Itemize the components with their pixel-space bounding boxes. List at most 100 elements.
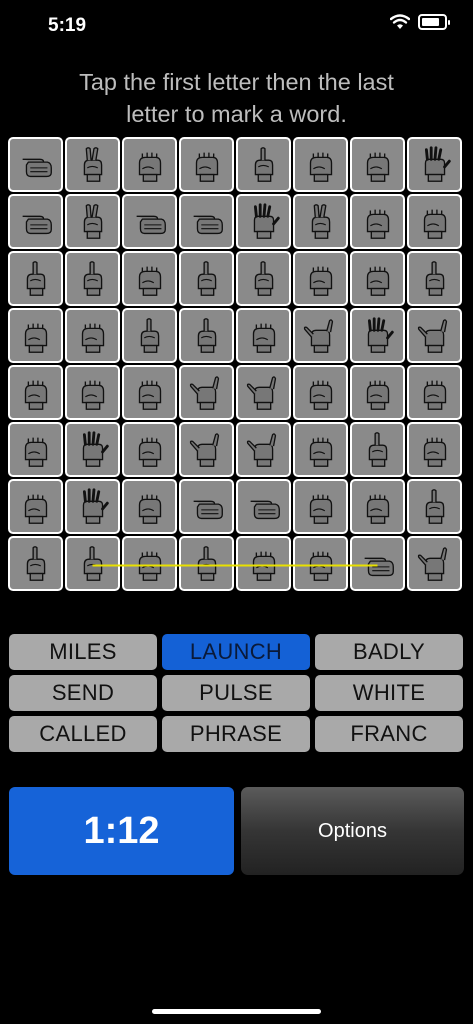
status-bar: 5:19 xyxy=(0,0,473,50)
letter-tile[interactable] xyxy=(122,194,177,249)
letter-tile[interactable] xyxy=(236,536,291,591)
letter-tile[interactable] xyxy=(8,251,63,306)
letter-tile[interactable] xyxy=(236,194,291,249)
letter-tile[interactable] xyxy=(293,308,348,363)
letter-tile[interactable] xyxy=(65,479,120,534)
letter-tile[interactable] xyxy=(8,536,63,591)
letter-tile[interactable] xyxy=(122,251,177,306)
letter-tile[interactable] xyxy=(179,251,234,306)
hand-sign-icon xyxy=(366,380,389,410)
letter-tile[interactable] xyxy=(236,365,291,420)
hand-sign-icon xyxy=(138,266,161,296)
hand-sign-icon xyxy=(252,551,275,581)
letter-tile[interactable] xyxy=(122,308,177,363)
letter-tile[interactable] xyxy=(407,251,462,306)
hand-sign-icon xyxy=(26,260,45,296)
home-indicator xyxy=(152,1009,321,1014)
word-phrase[interactable]: PHRASE xyxy=(162,716,310,752)
letter-tile[interactable] xyxy=(8,365,63,420)
letter-tile[interactable] xyxy=(293,137,348,192)
letter-tile[interactable] xyxy=(350,194,405,249)
letter-tile[interactable] xyxy=(122,422,177,477)
letter-tile[interactable] xyxy=(350,479,405,534)
letter-tile[interactable] xyxy=(65,251,120,306)
letter-tile[interactable] xyxy=(407,422,462,477)
timer-button[interactable]: 1:12 xyxy=(9,787,234,875)
letter-tile[interactable] xyxy=(179,536,234,591)
hand-sign-icon xyxy=(81,323,104,353)
letter-tile[interactable] xyxy=(8,137,63,192)
hand-sign-icon xyxy=(197,317,216,353)
letter-tile[interactable] xyxy=(65,137,120,192)
hand-sign-icon xyxy=(193,500,223,519)
letter-tile[interactable] xyxy=(293,422,348,477)
hand-sign-icon xyxy=(364,557,394,576)
letter-tile[interactable] xyxy=(293,479,348,534)
battery-icon xyxy=(418,14,450,30)
letter-tile[interactable] xyxy=(407,137,462,192)
letter-tile[interactable] xyxy=(179,194,234,249)
word-badly[interactable]: BADLY xyxy=(315,634,463,670)
hand-sign-icon xyxy=(417,318,447,353)
letter-tile[interactable] xyxy=(236,137,291,192)
timer-value: 1:12 xyxy=(83,809,160,852)
word-pulse[interactable]: PULSE xyxy=(162,675,310,711)
hand-sign-icon xyxy=(309,266,332,296)
letter-tile[interactable] xyxy=(65,194,120,249)
wifi-icon xyxy=(390,14,410,29)
letter-tile[interactable] xyxy=(407,536,462,591)
word-miles[interactable]: MILES xyxy=(9,634,157,670)
letter-tile[interactable] xyxy=(179,422,234,477)
hand-sign-icon xyxy=(138,551,161,581)
letter-tile[interactable] xyxy=(407,479,462,534)
letter-tile[interactable] xyxy=(65,308,120,363)
options-button[interactable]: Options xyxy=(241,787,464,875)
word-launch[interactable]: LAUNCH xyxy=(162,634,310,670)
instruction-text: Tap the first letter then the last lette… xyxy=(0,66,473,130)
letter-tile[interactable] xyxy=(293,251,348,306)
hand-sign-icon xyxy=(254,146,273,182)
letter-tile[interactable] xyxy=(236,251,291,306)
letter-tile[interactable] xyxy=(122,365,177,420)
letter-tile[interactable] xyxy=(350,536,405,591)
letter-tile[interactable] xyxy=(65,422,120,477)
letter-tile[interactable] xyxy=(350,422,405,477)
hand-sign-icon xyxy=(425,260,444,296)
word-franc[interactable]: FRANC xyxy=(315,716,463,752)
letter-tile[interactable] xyxy=(236,479,291,534)
letter-tile[interactable] xyxy=(8,422,63,477)
letter-tile[interactable] xyxy=(293,365,348,420)
letter-tile[interactable] xyxy=(122,479,177,534)
hand-sign-icon xyxy=(252,323,275,353)
letter-tile[interactable] xyxy=(179,365,234,420)
letter-tile[interactable] xyxy=(122,137,177,192)
letter-tile[interactable] xyxy=(350,365,405,420)
letter-tile[interactable] xyxy=(350,137,405,192)
word-white[interactable]: WHITE xyxy=(315,675,463,711)
letter-tile[interactable] xyxy=(407,308,462,363)
letter-tile[interactable] xyxy=(65,536,120,591)
letter-tile[interactable] xyxy=(293,194,348,249)
hand-sign-icon xyxy=(193,215,223,234)
letter-tile[interactable] xyxy=(293,536,348,591)
letter-tile[interactable] xyxy=(122,536,177,591)
letter-tile[interactable] xyxy=(407,194,462,249)
letter-tile[interactable] xyxy=(236,422,291,477)
letter-tile[interactable] xyxy=(179,308,234,363)
letter-tile[interactable] xyxy=(8,194,63,249)
letter-tile[interactable] xyxy=(179,137,234,192)
letter-tile[interactable] xyxy=(179,479,234,534)
hand-sign-icon xyxy=(24,437,47,467)
word-send[interactable]: SEND xyxy=(9,675,157,711)
letter-tile[interactable] xyxy=(407,365,462,420)
word-called[interactable]: CALLED xyxy=(9,716,157,752)
letter-tile[interactable] xyxy=(8,479,63,534)
hand-sign-icon xyxy=(368,431,387,467)
hand-sign-icon xyxy=(309,551,332,581)
letter-tile[interactable] xyxy=(350,308,405,363)
letter-tile[interactable] xyxy=(65,365,120,420)
letter-tile[interactable] xyxy=(8,308,63,363)
word-list: MILES LAUNCH BADLY SEND PULSE WHITE CALLED PHRA… xyxy=(9,634,464,752)
letter-tile[interactable] xyxy=(350,251,405,306)
letter-tile[interactable] xyxy=(236,308,291,363)
